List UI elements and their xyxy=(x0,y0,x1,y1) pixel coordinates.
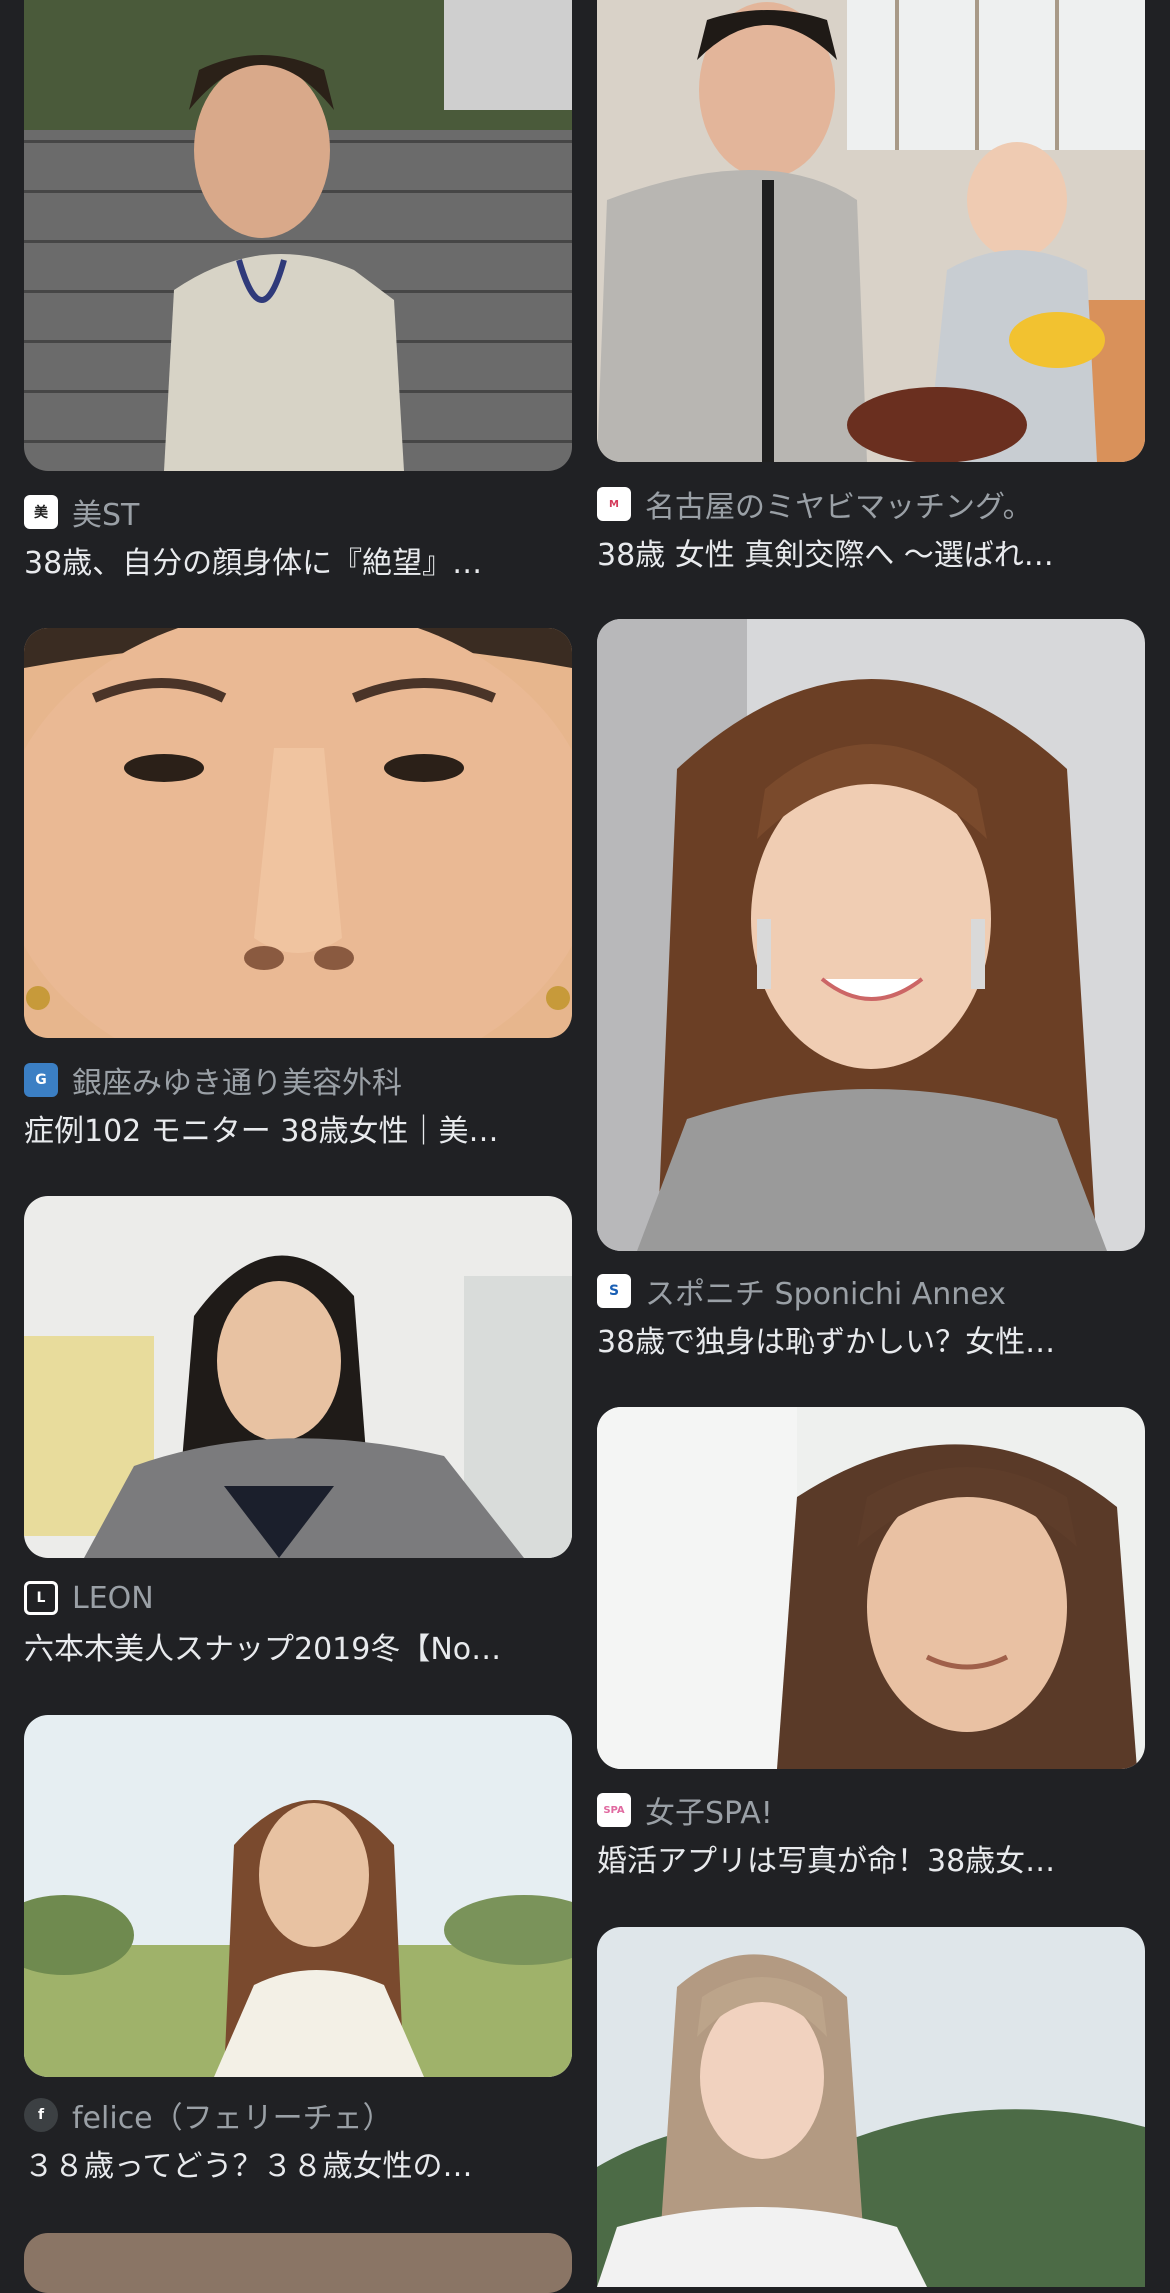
favicon-icon: G xyxy=(24,1063,58,1097)
result-thumbnail-woman-smiling[interactable] xyxy=(597,619,1145,1251)
result-thumbnail-woman-with-child[interactable] xyxy=(597,0,1145,462)
result-title[interactable]: ３８歳ってどう？３８歳女性の… xyxy=(24,2145,564,2189)
favicon-icon: SPA xyxy=(597,1793,631,1827)
result-title[interactable]: 38歳、自分の顔身体に『絶望』… xyxy=(24,542,564,586)
favicon-icon: L xyxy=(24,1581,58,1615)
result-source[interactable]: LEON xyxy=(72,1581,154,1616)
favicon-icon: S xyxy=(597,1274,631,1308)
result-thumbnail-woman-mountains[interactable] xyxy=(597,1927,1145,2287)
result-title[interactable]: 症例102 モニター 38歳女性｜美… xyxy=(24,1110,564,1154)
favicon-icon: 美 xyxy=(24,495,58,529)
result-source[interactable]: 女子SPA! xyxy=(645,1790,773,1830)
result-meta: M 名古屋のミヤビマッチング。 38歳 女性 真剣交際へ 〜選ばれ… xyxy=(597,484,1145,578)
result-title[interactable]: 38歳 女性 真剣交際へ 〜選ばれ… xyxy=(597,534,1137,578)
result-source[interactable]: スポニチ Sponichi Annex xyxy=(645,1271,1006,1311)
result-source[interactable]: 銀座みゆき通り美容外科 xyxy=(72,1060,402,1100)
result-meta: f felice（フェリーチェ） ３８歳ってどう？３８歳女性の… xyxy=(24,2095,572,2189)
result-thumbnail-woman-bob-hair[interactable] xyxy=(597,1407,1145,1769)
result-title[interactable]: 38歳で独身は恥ずかしい？女性… xyxy=(597,1321,1137,1365)
result-source[interactable]: 美ST xyxy=(72,492,139,532)
result-thumbnail-face-closeup[interactable] xyxy=(24,628,572,1038)
result-thumbnail-partial[interactable] xyxy=(24,2233,572,2293)
result-source[interactable]: 名古屋のミヤビマッチング。 xyxy=(645,484,1033,524)
result-meta: S スポニチ Sponichi Annex 38歳で独身は恥ずかしい？女性… xyxy=(597,1271,1145,1365)
result-thumbnail-woman-brick-wall[interactable] xyxy=(24,0,572,471)
result-title[interactable]: 六本木美人スナップ2019冬【No… xyxy=(24,1628,564,1672)
result-meta: 美 美ST 38歳、自分の顔身体に『絶望』… xyxy=(24,492,572,586)
favicon-icon: M xyxy=(597,487,631,521)
result-source[interactable]: felice（フェリーチェ） xyxy=(72,2095,393,2135)
result-thumbnail-woman-grey-coat[interactable] xyxy=(24,1196,572,1558)
favicon-icon: f xyxy=(24,2098,58,2132)
result-meta: SPA 女子SPA! 婚活アプリは写真が命！38歳女… xyxy=(597,1790,1145,1884)
result-meta: L LEON 六本木美人スナップ2019冬【No… xyxy=(24,1578,572,1672)
result-thumbnail-woman-park[interactable] xyxy=(24,1715,572,2077)
result-title[interactable]: 婚活アプリは写真が命！38歳女… xyxy=(597,1840,1137,1884)
result-meta: G 銀座みゆき通り美容外科 症例102 モニター 38歳女性｜美… xyxy=(24,1060,572,1154)
